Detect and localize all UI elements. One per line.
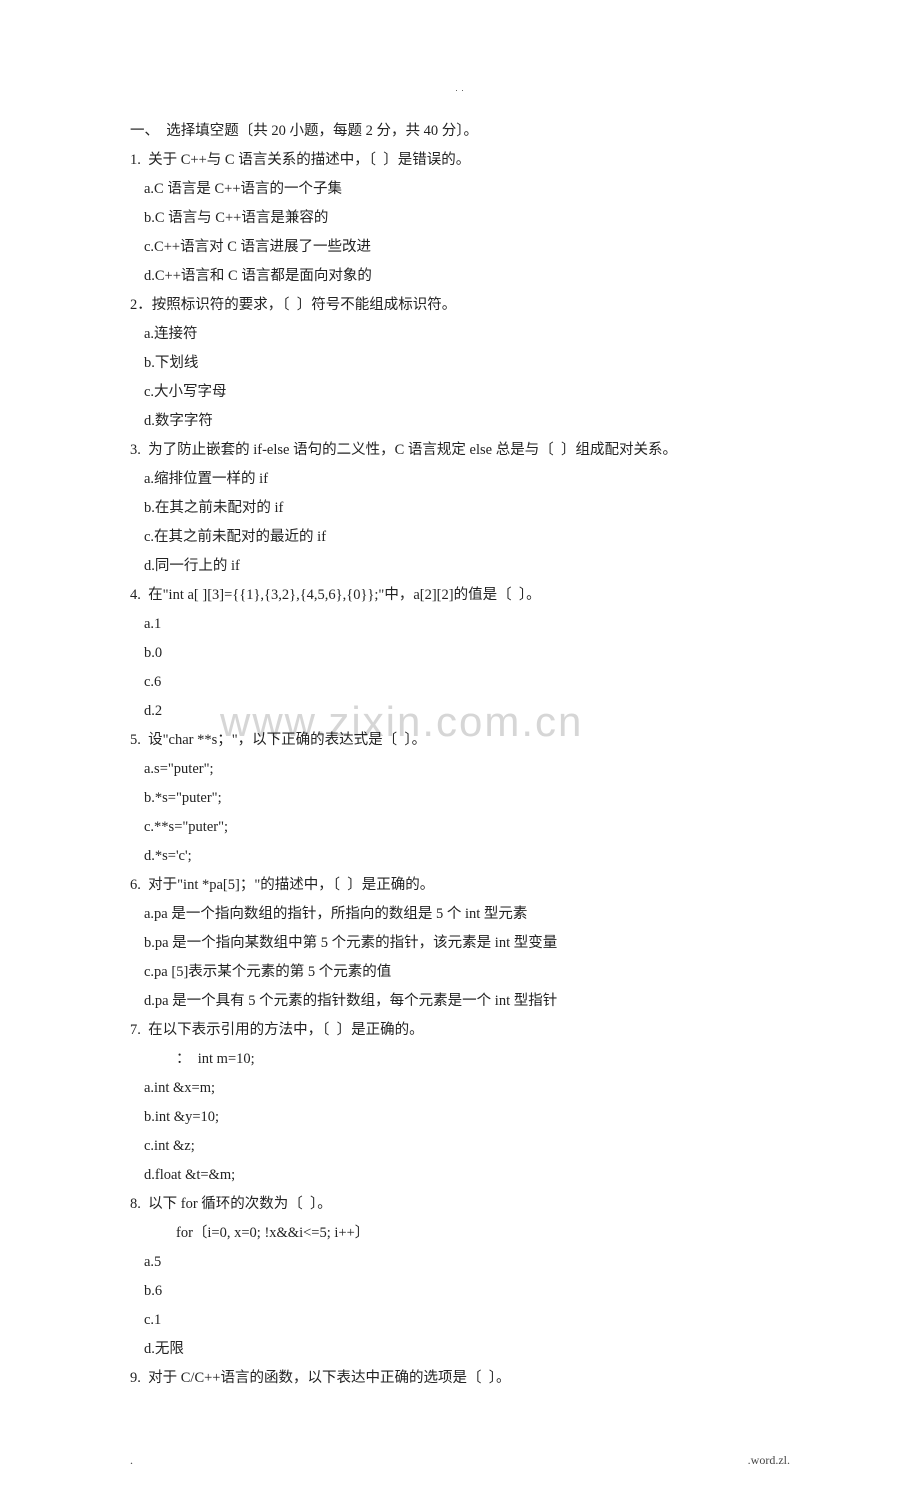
q4-stem: 4. 在"int a[ ][3]={{1},{3,2},{4,5,6},{0}}… — [130, 581, 790, 610]
q1-opt-c: c.C++语言对 C 语言进展了一些改进 — [130, 233, 790, 262]
q4-opt-b: b.0 — [130, 639, 790, 668]
q7-stem: 7. 在以下表示引用的方法中，〔 〕是正确的。 — [130, 1016, 790, 1045]
q8-opt-c: c.1 — [130, 1306, 790, 1335]
q8-stem: 8. 以下 for 循环的次数为〔 〕。 — [130, 1190, 790, 1219]
q2-opt-b: b.下划线 — [130, 349, 790, 378]
q5-opt-d: d.*s='c'; — [130, 842, 790, 871]
q7-opt-c: c.int &z; — [130, 1132, 790, 1161]
q7-opt-b: b.int &y=10; — [130, 1103, 790, 1132]
q5-opt-c: c.**s="puter"; — [130, 813, 790, 842]
q3-opt-d: d.同一行上的 if — [130, 552, 790, 581]
q2-opt-c: c.大小写字母 — [130, 378, 790, 407]
q5-opt-a: a.s="puter"; — [130, 755, 790, 784]
q3-stem: 3. 为了防止嵌套的 if-else 语句的二义性，C 语言规定 else 总是… — [130, 436, 790, 465]
q3-opt-c: c.在其之前未配对的最近的 if — [130, 523, 790, 552]
footer-left: . — [130, 1453, 133, 1468]
q1-stem: 1. 关于 C++与 C 语言关系的描述中，〔 〕是错误的。 — [130, 146, 790, 175]
header-dots: . . — [130, 85, 790, 93]
q4-opt-a: a.1 — [130, 610, 790, 639]
q5-opt-b: b.*s="puter"; — [130, 784, 790, 813]
q8-sub: for〔i=0, x=0; !x&&i<=5; i++〕 — [130, 1219, 790, 1248]
q6-opt-a: a.pa 是一个指向数组的指针，所指向的数组是 5 个 int 型元素 — [130, 900, 790, 929]
q3-opt-b: b.在其之前未配对的 if — [130, 494, 790, 523]
q3-opt-a: a.缩排位置一样的 if — [130, 465, 790, 494]
q8-opt-a: a.5 — [130, 1248, 790, 1277]
q1-opt-d: d.C++语言和 C 语言都是面向对象的 — [130, 262, 790, 291]
q7-opt-d: d.float &t=&m; — [130, 1161, 790, 1190]
q6-opt-d: d.pa 是一个具有 5 个元素的指针数组，每个元素是一个 int 型指针 — [130, 987, 790, 1016]
footer: . .word.zl. — [0, 1453, 920, 1498]
q8-opt-d: d.无限 — [130, 1335, 790, 1364]
footer-right: .word.zl. — [748, 1453, 790, 1468]
q7-opt-a: a.int &x=m; — [130, 1074, 790, 1103]
q6-opt-c: c.pa [5]表示某个元素的第 5 个元素的值 — [130, 958, 790, 987]
q1-opt-b: b.C 语言与 C++语言是兼容的 — [130, 204, 790, 233]
q1-opt-a: a.C 语言是 C++语言的一个子集 — [130, 175, 790, 204]
q2-stem: 2．按照标识符的要求，〔 〕符号不能组成标识符。 — [130, 291, 790, 320]
q6-stem: 6. 对于"int *pa[5]；"的描述中，〔 〕是正确的。 — [130, 871, 790, 900]
q4-opt-c: c.6 — [130, 668, 790, 697]
q2-opt-a: a.连接符 — [130, 320, 790, 349]
q7-sub: ： int m=10; — [130, 1045, 790, 1074]
q2-opt-d: d.数字字符 — [130, 407, 790, 436]
q9-stem: 9. 对于 C/C++语言的函数，以下表达中正确的选项是〔 〕。 — [130, 1364, 790, 1393]
document-body: 一、 选择填空题〔共 20 小题，每题 2 分，共 40 分〕。 1. 关于 C… — [130, 117, 790, 1393]
q6-opt-b: b.pa 是一个指向某数组中第 5 个元素的指针，该元素是 int 型变量 — [130, 929, 790, 958]
q5-stem: 5. 设"char **s；"，以下正确的表达式是〔 〕。 — [130, 726, 790, 755]
section-title: 一、 选择填空题〔共 20 小题，每题 2 分，共 40 分〕。 — [130, 117, 790, 146]
q4-opt-d: d.2 — [130, 697, 790, 726]
